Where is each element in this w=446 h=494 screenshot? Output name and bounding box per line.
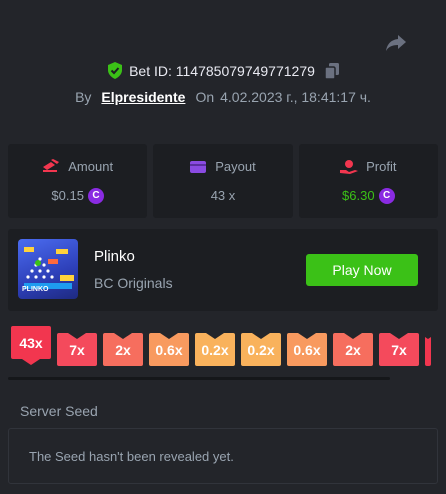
profit-value: $6.30 [342, 188, 375, 203]
play-now-button[interactable]: Play Now [306, 254, 418, 286]
multiplier-label: 43x [19, 334, 43, 351]
server-seed-text: The Seed hasn't been revealed yet. [29, 448, 234, 464]
profit-icon [340, 159, 359, 174]
multiplier-box: 2x [103, 333, 143, 366]
plinko-thumbnail[interactable]: PLINKO [18, 239, 78, 299]
multiplier-box: 0.6x [149, 333, 189, 366]
multiplier-label: 0.6x [293, 341, 321, 358]
profit-label: Profit [366, 158, 397, 174]
game-card: PLINKO Plinko BC Originals Play Now [8, 229, 438, 311]
multiplier-notch [298, 333, 316, 339]
server-seed-box: The Seed hasn't been revealed yet. [8, 428, 438, 484]
coin-icon: C [87, 187, 104, 204]
shield-check-icon [108, 62, 123, 79]
multiplier-box: 7x [379, 333, 419, 366]
multiplier-notch [114, 333, 132, 339]
multiplier-label: 7x [69, 341, 85, 358]
copy-button[interactable] [324, 62, 339, 79]
multiplier-box [419, 333, 437, 366]
game-provider: BC Originals [94, 275, 173, 291]
stat-amount: Amount $0.15 C [8, 144, 148, 218]
multiplier-notch [252, 333, 270, 339]
bet-id: Bet ID: 114785079749771279 [129, 62, 315, 79]
copy-icon [324, 62, 339, 79]
share-icon [386, 35, 406, 51]
by-label: By [75, 89, 92, 105]
multiplier-notch [390, 333, 408, 339]
bet-id-row: Bet ID: 114785079749771279 [0, 62, 446, 79]
multiplier-notch [160, 333, 178, 339]
multiplier-notch [22, 359, 40, 365]
amount-label: Amount [68, 158, 114, 174]
multiplier-label: 0.6x [155, 341, 183, 358]
stat-payout: Payout 43 x [153, 144, 293, 218]
multiplier-notch [419, 333, 437, 339]
payout-value: 43 x [210, 188, 236, 203]
multiplier-box: 0.2x [241, 333, 281, 366]
multiplier-box: 0.6x [287, 333, 327, 366]
wallet-icon [190, 160, 207, 173]
multiplier-label: 0.2x [201, 341, 229, 358]
multiplier-label: 2x [115, 341, 131, 358]
share-button[interactable] [382, 30, 410, 56]
stat-profit: Profit $6.30 C [298, 144, 438, 218]
multiplier-notch [344, 333, 362, 339]
multiplier-label: 7x [391, 341, 407, 358]
multiplier-box: 7x [57, 333, 97, 366]
multiplier-active: 43x [11, 326, 51, 365]
bet-datetime: 4.02.2023 г., 18:41:17 ч. [220, 89, 371, 105]
multiplier-box: 0.2x [195, 333, 235, 366]
multiplier-label: 0.2x [247, 341, 275, 358]
game-name: Plinko [94, 248, 135, 265]
multiplier-box: 2x [333, 333, 373, 366]
amount-value: $0.15 [51, 188, 84, 203]
multiplier-row: 43x 7x 2x 0.6x 0.2x 0.2x 0.6x 2x 7x [0, 323, 446, 367]
payout-label: Payout [215, 159, 256, 174]
multiplier-label: 2x [345, 341, 361, 358]
bet-icon [43, 159, 60, 172]
scrollbar[interactable] [8, 377, 390, 380]
multiplier-notch [68, 333, 86, 339]
bet-meta-row: By Elpresidente On 4.02.2023 г., 18:41:1… [0, 89, 446, 105]
multiplier-notch [206, 333, 224, 339]
coin-icon: C [378, 187, 395, 204]
server-seed-label: Server Seed [20, 403, 98, 419]
username-link[interactable]: Elpresidente [101, 89, 185, 105]
thumb-label: PLINKO [22, 286, 49, 293]
bet-stats: Amount $0.15 C Payout 43 x Profit $6.30 … [8, 144, 438, 218]
on-label: On [195, 89, 215, 105]
